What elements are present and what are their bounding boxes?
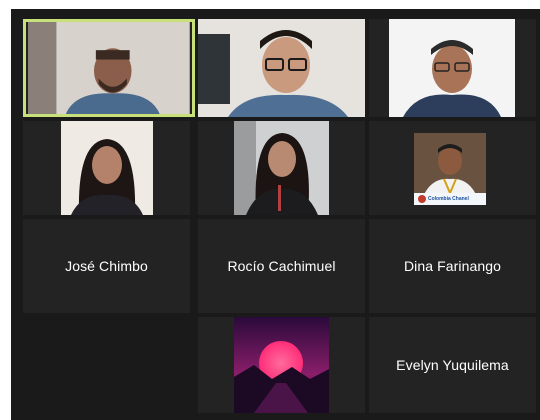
participant-tile[interactable] bbox=[198, 317, 365, 413]
participant-name: Evelyn Yuquilema bbox=[396, 357, 509, 373]
video-grid: Colombia Chanel José Chimbo Rocío Cachim… bbox=[11, 9, 540, 420]
participant-video-sunset-background bbox=[234, 317, 329, 413]
participant-name: Rocío Cachimuel bbox=[227, 258, 336, 274]
participant-tile[interactable] bbox=[23, 121, 190, 215]
participant-video-woman-dark-hair bbox=[61, 121, 153, 215]
participant-tile-dina-farinango[interactable]: Dina Farinango bbox=[369, 219, 536, 313]
participant-video-man-glasses bbox=[198, 19, 365, 117]
participant-name: José Chimbo bbox=[65, 258, 148, 274]
participant-tile-evelyn-yuquilema[interactable]: Evelyn Yuquilema bbox=[369, 317, 536, 413]
participant-tile-jose-chimbo[interactable]: José Chimbo bbox=[23, 219, 190, 313]
participant-tile[interactable] bbox=[198, 121, 365, 215]
channel-logo-band: Colombia Chanel bbox=[414, 193, 486, 205]
participant-tile[interactable] bbox=[198, 19, 365, 117]
participant-tile-rocio-cachimuel[interactable]: Rocío Cachimuel bbox=[198, 219, 365, 313]
participant-video-older-man bbox=[389, 19, 515, 117]
participant-tile[interactable] bbox=[369, 19, 536, 117]
participant-video-woman-long-hair bbox=[234, 121, 329, 215]
participant-tile-active-speaker[interactable] bbox=[23, 19, 195, 117]
participant-video-man-beard bbox=[28, 22, 190, 114]
participant-tile[interactable]: Colombia Chanel bbox=[369, 121, 536, 215]
participant-name: Dina Farinango bbox=[403, 258, 502, 274]
